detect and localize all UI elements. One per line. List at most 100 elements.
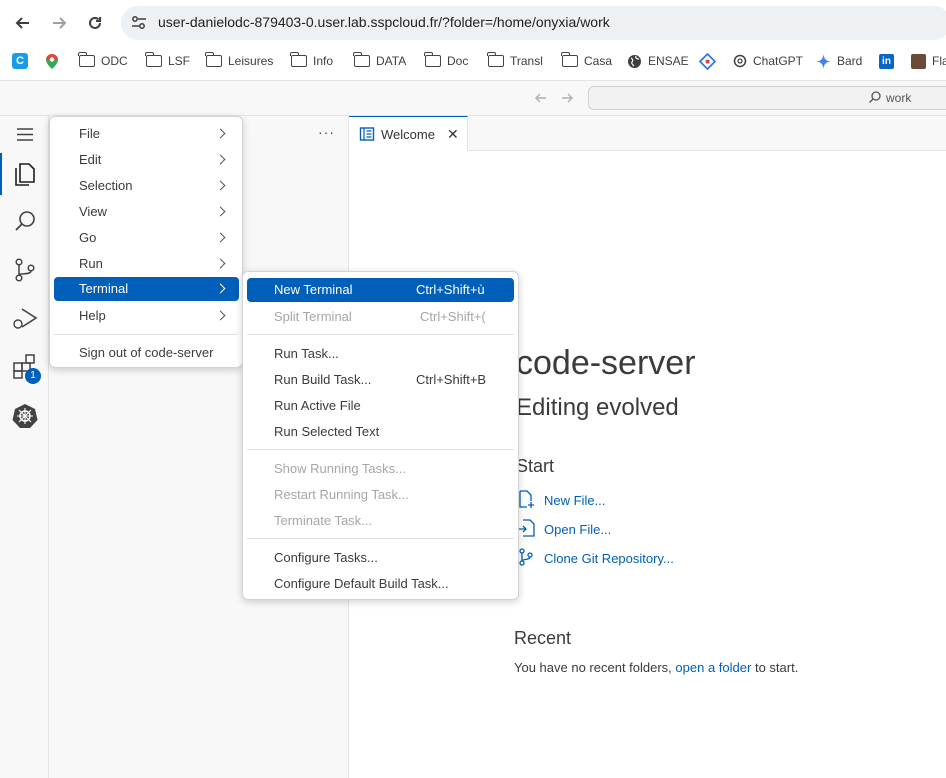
recent-text: You have no recent folders, open a folde… — [514, 660, 799, 675]
maps-pin-icon — [46, 53, 58, 69]
bookmarks-bar: C ODC LSF Leisures Info DATA Doc Transl … — [0, 46, 946, 76]
bookmark-folder-lsf[interactable]: LSF — [145, 52, 190, 70]
chevron-right-icon — [215, 258, 226, 269]
recent-heading: Recent — [514, 628, 572, 648]
reload-icon[interactable] — [83, 11, 107, 35]
folder-icon — [353, 52, 370, 67]
welcome-tab-icon — [359, 126, 375, 145]
folder-icon — [561, 52, 578, 67]
shortcut-run-build-task: Ctrl+Shift+B — [416, 372, 487, 387]
source-control-icon[interactable] — [10, 255, 40, 285]
search-icon — [868, 90, 882, 107]
bookmark-fla[interactable]: Fla — [911, 52, 946, 70]
menu-divider — [247, 334, 514, 335]
browser-toolbar: user-danielodc-879403-0.user.lab.sspclou… — [0, 0, 946, 46]
shortcut-new-terminal: Ctrl+Shift+ù — [416, 282, 485, 297]
menu-divider — [54, 334, 238, 335]
chevron-right-icon — [215, 128, 226, 139]
address-text: user-danielodc-879403-0.user.lab.sspclou… — [158, 14, 610, 30]
menu-item-new-terminal[interactable]: New Terminal Ctrl+Shift+ù — [247, 278, 514, 302]
bookmark-folder-casa[interactable]: Casa — [561, 52, 612, 70]
bookmark-folder-data[interactable]: DATA — [353, 52, 406, 70]
menu-hamburger-icon[interactable] — [10, 120, 40, 150]
close-icon[interactable]: ✕ — [447, 126, 459, 143]
extensions-badge: 1 — [25, 368, 41, 384]
forward-icon[interactable] — [47, 11, 71, 35]
diamond-icon — [699, 52, 716, 70]
active-indicator — [0, 153, 2, 195]
menu-item-sign-out[interactable]: Sign out of code-server — [50, 342, 242, 364]
shortcut-split-terminal: Ctrl+Shift+( — [420, 309, 486, 324]
menu-item-edit[interactable]: Edit — [50, 149, 242, 171]
menu-item-view[interactable]: View — [50, 201, 242, 223]
menu-item-run-active-file[interactable]: Run Active File — [243, 395, 518, 417]
bookmark-folder-doc[interactable]: Doc — [424, 52, 468, 70]
open-file-link[interactable]: Open File... — [544, 522, 611, 537]
bookmark-maps[interactable] — [45, 52, 59, 70]
menu-item-selection[interactable]: Selection — [50, 175, 242, 197]
bookmark-c-icon: C — [12, 53, 28, 69]
bookmark-folder-info[interactable]: Info — [290, 52, 333, 70]
menu-item-help[interactable]: Help — [50, 305, 242, 327]
explorer-icon[interactable] — [10, 159, 40, 189]
menu-divider — [247, 449, 514, 450]
clone-repo-link[interactable]: Clone Git Repository... — [544, 551, 674, 566]
bookmark-folder-transl[interactable]: Transl — [487, 52, 543, 70]
bookmark-folder-leisures[interactable]: Leisures — [205, 52, 273, 70]
menu-item-run[interactable]: Run — [50, 253, 242, 275]
menu-item-run-build-task[interactable]: Run Build Task... Ctrl+Shift+B — [243, 369, 518, 391]
bookmark-bard[interactable]: Bard — [816, 52, 862, 70]
chevron-right-icon — [215, 283, 226, 294]
sparkle-icon — [816, 53, 831, 69]
bookmark-folder-odc[interactable]: ODC — [78, 52, 128, 70]
welcome-subtitle: Editing evolved — [516, 394, 679, 421]
menu-item-configure-tasks[interactable]: Configure Tasks... — [243, 547, 518, 569]
kubernetes-icon[interactable] — [10, 401, 40, 431]
menu-item-configure-default-build-task[interactable]: Configure Default Build Task... — [243, 573, 518, 595]
open-folder-link[interactable]: open a folder — [675, 660, 751, 675]
run-debug-icon[interactable] — [10, 303, 40, 333]
chevron-right-icon — [215, 154, 226, 165]
folder-icon — [205, 52, 222, 67]
menu-item-terminate-task: Terminate Task... — [274, 513, 373, 528]
globe-icon — [628, 54, 641, 68]
folder-icon — [78, 52, 95, 67]
folder-icon — [487, 52, 504, 67]
menu-item-terminal[interactable]: Terminal — [54, 277, 239, 301]
menu-item-file[interactable]: File — [50, 123, 242, 145]
chevron-right-icon — [215, 310, 226, 321]
avatar — [911, 53, 926, 69]
command-center-text: work — [886, 91, 912, 105]
folder-icon — [290, 52, 307, 67]
chevron-right-icon — [215, 206, 226, 217]
menu-item-split-terminal: Split Terminal Ctrl+Shift+( — [243, 306, 518, 328]
bookmark-linkedin[interactable]: in — [879, 52, 894, 70]
bookmark-ensae[interactable]: ENSAE — [627, 52, 689, 70]
menu-item-run-selected-text[interactable]: Run Selected Text — [243, 421, 518, 443]
menu-divider — [247, 538, 514, 539]
menu-item-run-task[interactable]: Run Task... — [243, 343, 518, 365]
bookmark-c[interactable]: C — [12, 52, 28, 70]
chatgpt-icon — [733, 54, 747, 68]
new-file-link[interactable]: New File... — [544, 493, 605, 508]
chevron-right-icon — [215, 180, 226, 191]
terminal-submenu: New Terminal Ctrl+Shift+ù Split Terminal… — [242, 271, 519, 600]
linkedin-icon: in — [879, 53, 894, 69]
folder-icon — [145, 52, 162, 67]
menu-item-show-running-tasks: Show Running Tasks... — [274, 461, 406, 476]
application-menu: File Edit Selection View Go Run Terminal… — [49, 116, 243, 368]
menu-item-go[interactable]: Go — [50, 227, 242, 249]
back-arrow-icon[interactable] — [533, 90, 549, 109]
back-icon[interactable] — [11, 11, 35, 35]
bookmark-diamond[interactable] — [699, 52, 716, 70]
site-settings-icon[interactable] — [130, 14, 148, 32]
bookmark-chatgpt[interactable]: ChatGPT — [733, 52, 803, 70]
chevron-right-icon — [215, 232, 226, 243]
search-view-icon[interactable] — [10, 207, 40, 237]
more-actions-icon[interactable]: ··· — [318, 124, 335, 140]
folder-icon — [424, 52, 441, 67]
forward-arrow-icon[interactable] — [559, 90, 575, 109]
tab-label: Welcome — [381, 127, 435, 142]
new-file-icon — [519, 490, 534, 508]
start-heading: Start — [516, 456, 555, 476]
